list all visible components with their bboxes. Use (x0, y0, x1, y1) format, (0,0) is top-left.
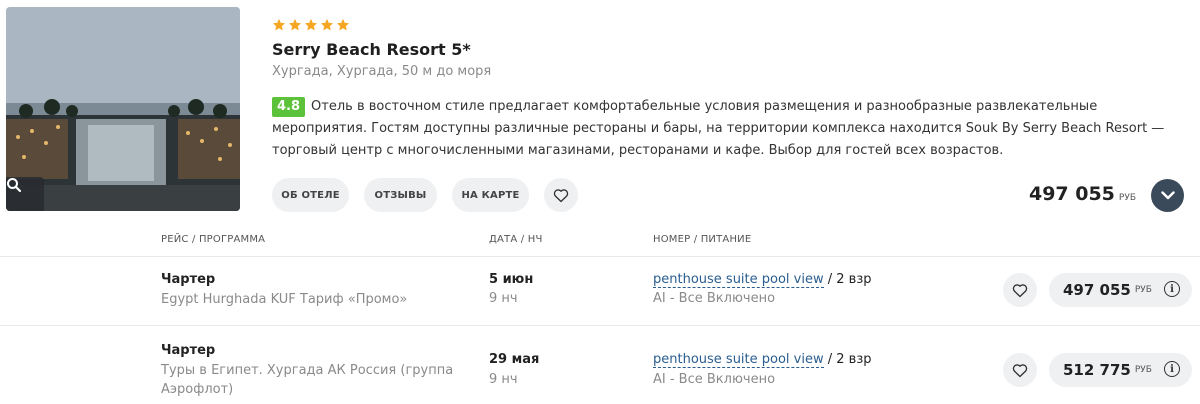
column-header-room: НОМЕР / ПИТАНИЕ (653, 234, 752, 245)
divider (0, 325, 1200, 326)
star-icon (320, 18, 334, 31)
about-hotel-button[interactable]: ОБ ОТЕЛЕ (272, 178, 349, 212)
tour-price-amount: 512 775 (1063, 361, 1131, 379)
price-amount: 497 055 (1028, 183, 1115, 205)
divider (0, 256, 1200, 257)
column-header-flight: РЕЙС / ПРОГРАММА (161, 234, 266, 245)
hotel-name[interactable]: Serry Beach Resort 5* (272, 40, 471, 59)
tour-favorite-button[interactable] (1003, 353, 1037, 387)
column-header-date: ДАТА / НЧ (489, 234, 543, 245)
reviews-button[interactable]: ОТЗЫВЫ (364, 178, 437, 212)
room-info: penthouse suite pool view / 2 взр (653, 272, 872, 288)
info-icon[interactable]: i (1164, 361, 1180, 377)
flight-type: Чартер (161, 343, 216, 358)
tour-price-button[interactable]: 512 775 РУБ i (1049, 353, 1192, 387)
room-guests: / 2 взр (823, 352, 872, 367)
photo-zoom-button[interactable] (6, 177, 44, 211)
star-icon (336, 18, 350, 31)
star-icon (304, 18, 318, 31)
favorite-button[interactable] (544, 178, 578, 212)
description-text: Отель в восточном стиле предлагает комфо… (272, 99, 1165, 158)
hotel-location: Хургада, Хургада, 50 м до моря (272, 64, 492, 79)
heart-icon (1012, 363, 1028, 377)
tour-program: Egypt Hurghada KUF Тариф «Промо» (161, 292, 408, 307)
hotel-description: 4.8 Отель в восточном стиле предлагает ко… (272, 96, 1187, 162)
tour-nights: 9 нч (489, 372, 518, 387)
room-info: penthouse suite pool view / 2 взр (653, 352, 872, 368)
tour-date: 29 мая (489, 352, 540, 367)
room-guests: / 2 взр (823, 272, 872, 287)
rating-badge: 4.8 (272, 97, 306, 117)
chevron-down-icon (1160, 191, 1175, 200)
tour-price-currency: РУБ (1134, 365, 1152, 375)
tour-price-amount: 497 055 (1063, 281, 1131, 299)
flight-type: Чартер (161, 272, 216, 287)
tour-price-button[interactable]: 497 055 РУБ i (1049, 273, 1192, 307)
expand-tours-button[interactable] (1151, 179, 1184, 212)
heart-icon (1012, 283, 1028, 297)
search-icon (7, 178, 22, 193)
star-icon (288, 18, 302, 31)
tour-program: Туры в Египет. Хургада АК Россия (группа… (161, 363, 454, 397)
room-type-link[interactable]: penthouse suite pool view (653, 272, 824, 288)
meal-plan: AI - Все Включено (653, 372, 776, 387)
hotel-photo[interactable] (6, 7, 240, 211)
tour-price-currency: РУБ (1134, 285, 1152, 295)
star-icon (272, 18, 286, 31)
tour-nights: 9 нч (489, 291, 518, 306)
on-map-button[interactable]: НА КАРТЕ (452, 178, 529, 212)
price-currency: РУБ (1118, 193, 1136, 203)
meal-plan: AI - Все Включено (653, 291, 776, 306)
info-icon[interactable]: i (1164, 281, 1180, 297)
tour-favorite-button[interactable] (1003, 273, 1037, 307)
hotel-min-price: 497 055 РУБ (1029, 183, 1136, 205)
tour-date: 5 июн (489, 272, 534, 287)
heart-icon (553, 188, 569, 202)
room-type-link[interactable]: penthouse suite pool view (653, 352, 824, 368)
hotel-stars (272, 18, 350, 32)
